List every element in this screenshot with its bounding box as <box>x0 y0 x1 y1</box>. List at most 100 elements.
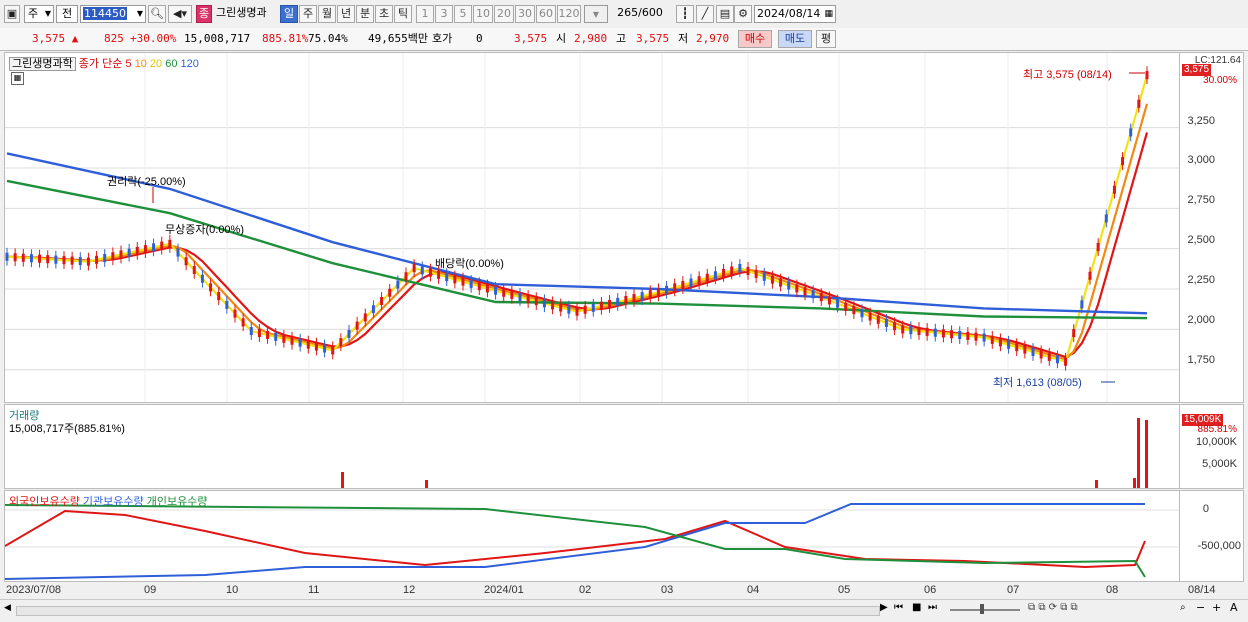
candle-body <box>1015 343 1019 352</box>
candle-body <box>1145 71 1149 80</box>
price-y-axis: LC:121.64 3,575 30.00% 3,250 3,000 2,750… <box>1180 52 1244 403</box>
period-tab-day[interactable]: 일 <box>280 5 298 23</box>
volume-ratio: 885.81% <box>262 32 309 45</box>
candle-body <box>1096 243 1100 252</box>
candle-body <box>168 239 172 248</box>
date-input[interactable]: 2024/08/14 ▦ <box>754 5 836 23</box>
sell-button[interactable]: 매도 <box>778 30 812 48</box>
candle-body <box>779 278 783 287</box>
minute-btn-5[interactable]: 5 <box>454 5 472 23</box>
candle-body <box>567 305 571 314</box>
speaker-icon[interactable]: ◀▾ <box>168 5 192 23</box>
minute-btn-30[interactable]: 30 <box>515 5 535 23</box>
stock-code-input[interactable]: 114450 ▼ <box>80 5 146 23</box>
candle-body <box>1039 350 1043 359</box>
y-tick: 2,250 <box>1187 274 1215 286</box>
stock-name-label[interactable]: 그린생명과학 <box>9 57 76 71</box>
candle-type-icon[interactable]: ┇ <box>676 5 694 23</box>
candle-body <box>70 256 74 265</box>
zoom-in-icon[interactable]: + <box>1212 601 1221 614</box>
period-tab-month[interactable]: 월 <box>318 5 336 23</box>
legend-prefix: 종가 단순 <box>78 58 123 70</box>
zoom-out-icon[interactable]: − <box>1196 601 1205 614</box>
candle-body <box>852 306 856 315</box>
minute-btn-120[interactable]: 120 <box>557 5 581 23</box>
scroll-left-icon[interactable]: ◀ <box>4 603 11 613</box>
candle-body <box>665 285 669 294</box>
x-label: 10 <box>226 584 239 596</box>
font-size-icon[interactable]: A <box>1230 601 1238 614</box>
x-label: 2023/07/08 <box>6 584 62 596</box>
y-tick: 3,000 <box>1187 154 1215 166</box>
candle-body <box>738 264 742 273</box>
window-menu-icon[interactable]: ▣ <box>4 5 20 23</box>
period-tab-tick[interactable]: 틱 <box>394 5 412 23</box>
minute-btn-20[interactable]: 20 <box>494 5 514 23</box>
draw-tool-icon[interactable]: ╱ <box>696 5 714 23</box>
volume-bar <box>1095 480 1098 488</box>
legend-ma120: 120 <box>180 58 199 70</box>
gear-icon[interactable]: ⚙ <box>734 5 752 23</box>
period-tab-minute[interactable]: 분 <box>356 5 374 23</box>
layout-tools-icon[interactable]: ⧉ ⧉ ⟳ ⧉ ⧉ <box>1028 602 1078 613</box>
scroll-right-icon[interactable]: ▶ <box>880 602 888 613</box>
holdings-pane[interactable]: 외국인보유수량 기관보유수량 개인보유수량 <box>4 490 1180 582</box>
candle-body <box>200 274 204 283</box>
rewind-icon[interactable]: ⏮ <box>894 602 903 613</box>
candle-body <box>298 338 302 347</box>
candle-body <box>966 331 970 340</box>
candle-body <box>1080 300 1084 309</box>
stock-name: 그린생명과 <box>216 6 267 19</box>
x-label: 08 <box>1106 584 1119 596</box>
candle-body <box>54 255 58 264</box>
candle-body <box>559 303 563 312</box>
current-price: 3,575 ▲ <box>32 32 79 45</box>
minute-btn-10[interactable]: 10 <box>473 5 493 23</box>
avg-button[interactable]: 평 <box>816 30 836 48</box>
chevron-down-icon: ▼ <box>592 10 600 19</box>
candle-body <box>388 288 392 297</box>
zoom-slider-handle[interactable] <box>980 604 984 614</box>
zoom-slider[interactable] <box>950 609 1020 611</box>
stop-icon[interactable]: ■ <box>912 602 921 613</box>
search-icon[interactable]: 🔍︎ <box>148 5 166 23</box>
candle-body <box>542 299 546 308</box>
minute-btn-1[interactable]: 1 <box>416 5 434 23</box>
candle-body <box>510 290 514 299</box>
candle-body <box>453 275 457 284</box>
candle-body <box>933 328 937 337</box>
candle-body <box>1104 214 1108 223</box>
price-chart-pane[interactable]: 그린생명과학 종가 단순 5 10 20 60 120 ▦ 권리락(-25.00… <box>4 52 1180 403</box>
volume-pane[interactable]: 거래량 15,008,717주(885.81%) <box>4 404 1180 489</box>
minute-btn-3[interactable]: 3 <box>435 5 453 23</box>
candle-body <box>29 254 33 263</box>
interval-select[interactable]: ▼ <box>584 5 608 23</box>
candle-body <box>160 241 164 250</box>
candle-body <box>62 256 66 265</box>
candle-body <box>974 332 978 341</box>
buy-button[interactable]: 매수 <box>738 30 772 48</box>
period-tab-week[interactable]: 주 <box>299 5 317 23</box>
magnifier-icon[interactable]: ⌕ <box>1180 602 1186 613</box>
candle-body <box>404 272 408 281</box>
candle-body <box>119 250 123 259</box>
market-select[interactable]: 주 ▼ <box>24 5 54 23</box>
candle-body <box>184 257 188 266</box>
grid-toggle-icon[interactable]: ▦ <box>11 72 24 85</box>
candle-body <box>363 313 367 322</box>
candle-body <box>306 340 310 349</box>
period-tab-second[interactable]: 초 <box>375 5 393 23</box>
candle-body <box>526 295 530 304</box>
save-icon[interactable]: ▤ <box>716 5 734 23</box>
candle-body <box>795 284 799 293</box>
candle-body <box>192 265 196 275</box>
data-count[interactable]: 265/600 <box>612 5 668 23</box>
candle-body <box>233 309 237 318</box>
fast-forward-icon[interactable]: ⏭ <box>928 602 937 613</box>
horizontal-scrollbar[interactable] <box>16 606 880 616</box>
period-tab-year[interactable]: 년 <box>337 5 355 23</box>
candle-body <box>290 336 294 345</box>
event-rights-label: 권리락(-25.00%) <box>107 176 186 188</box>
prev-selector[interactable]: 전 <box>56 5 78 23</box>
minute-btn-60[interactable]: 60 <box>536 5 556 23</box>
